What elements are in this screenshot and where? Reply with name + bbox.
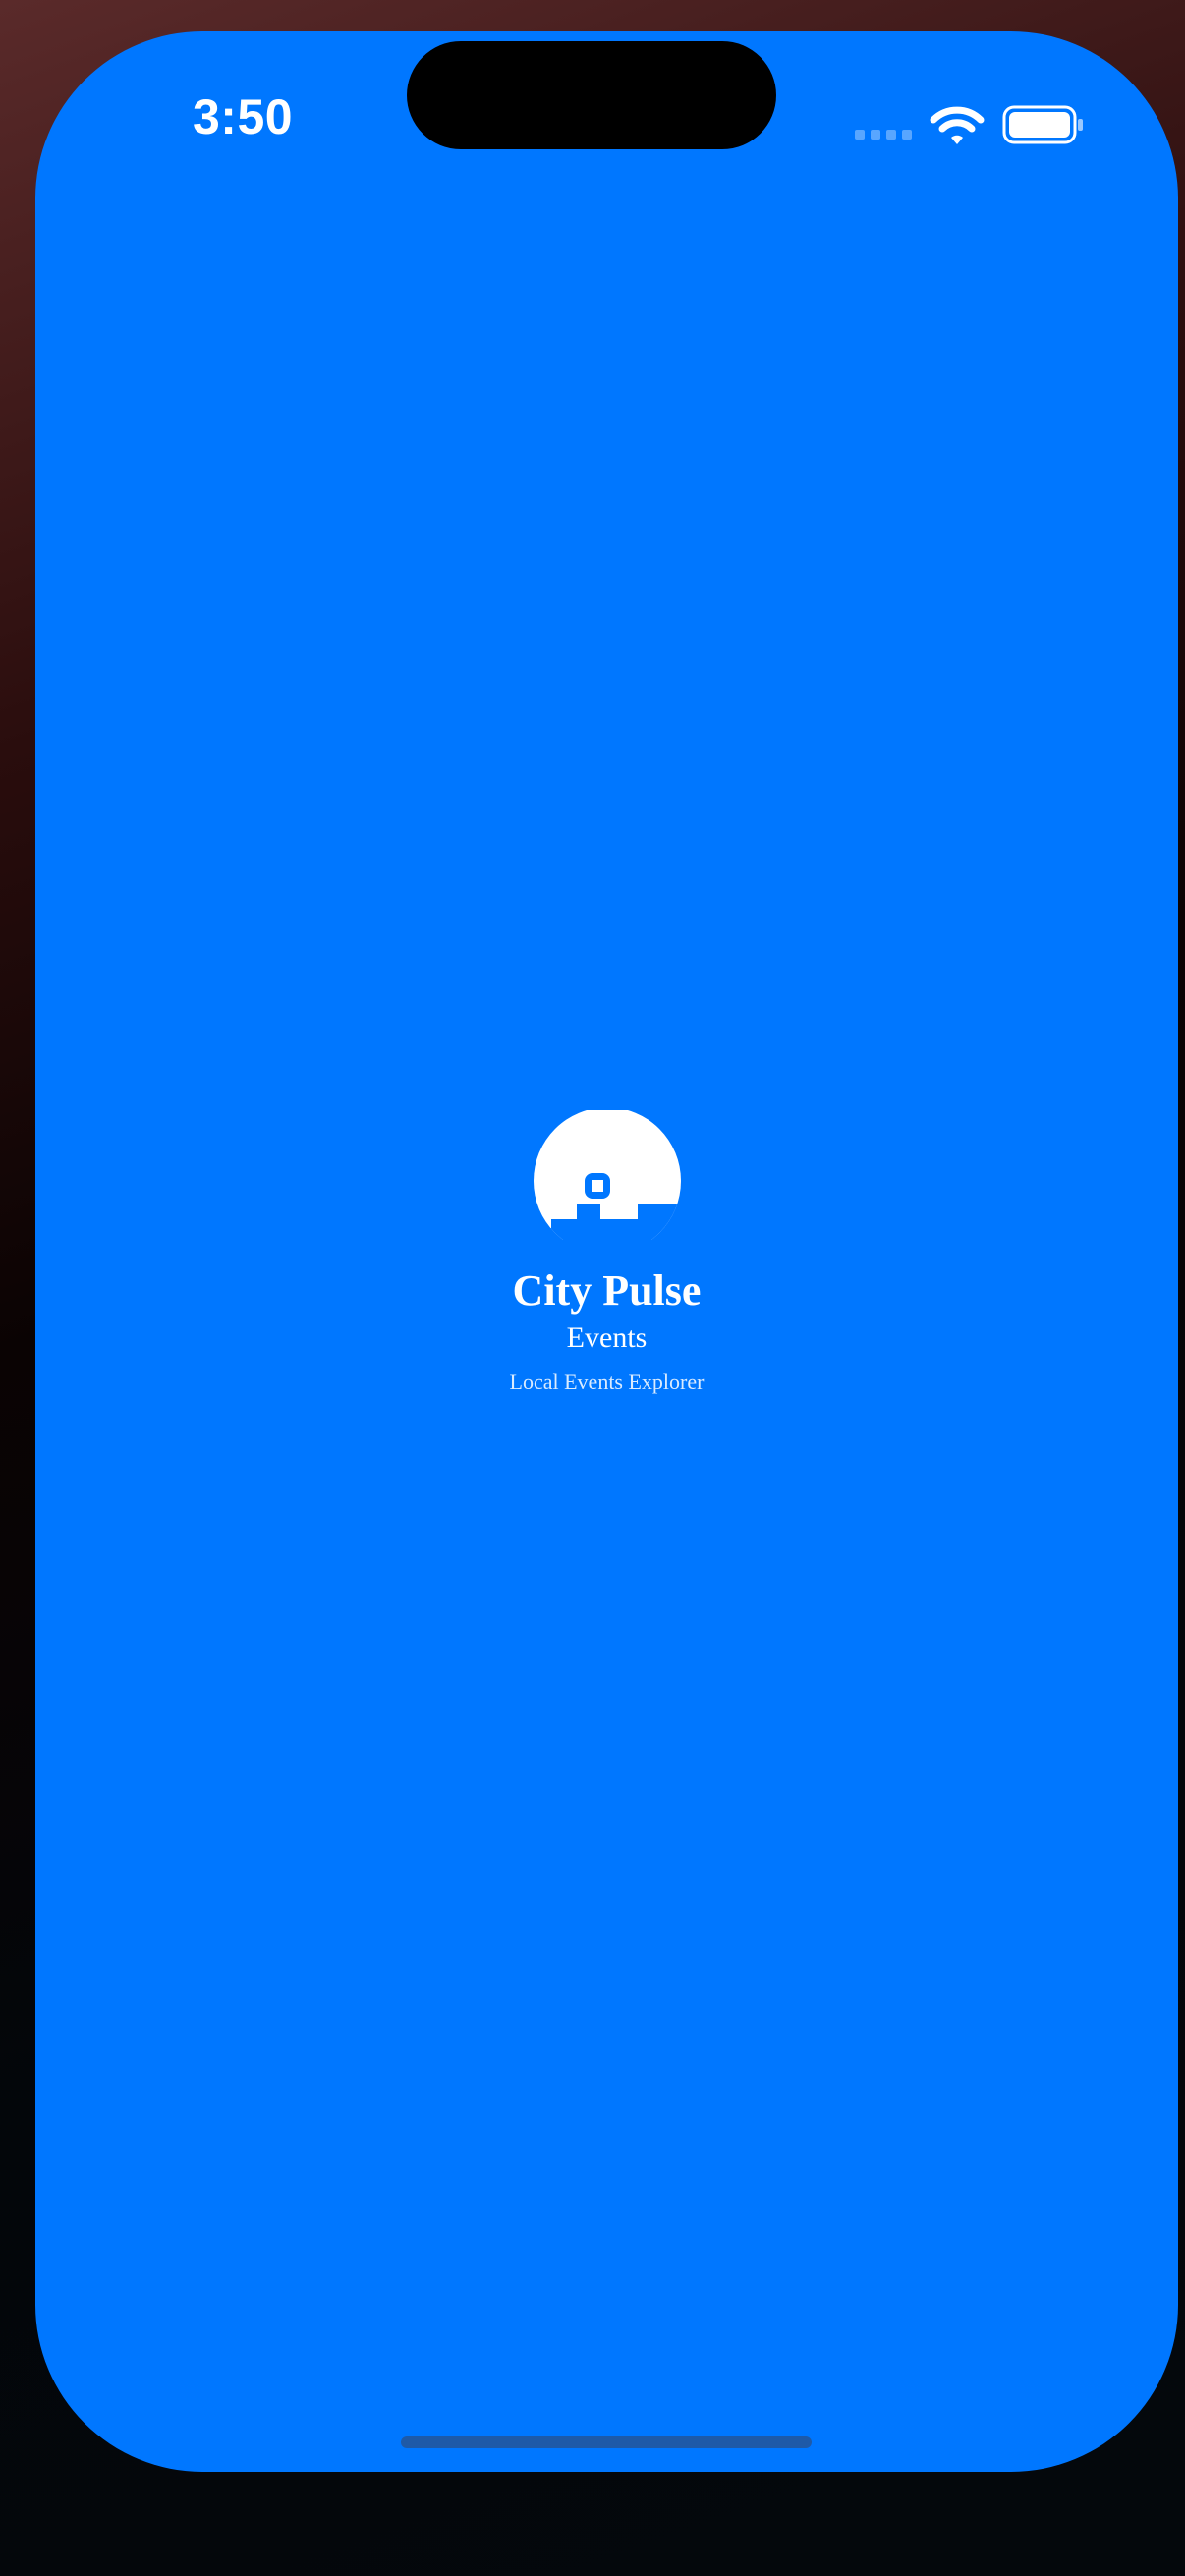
city-sun-logo-icon: [533, 1110, 681, 1240]
splash-content: City Pulse Events Local Events Explorer: [35, 1110, 1178, 1397]
wifi-icon: [930, 106, 985, 144]
status-time: 3:50: [193, 89, 294, 144]
dynamic-island: [407, 41, 776, 149]
app-screen: 3:50 City Pulse Events Local Events Expl…: [35, 31, 1178, 2472]
cellular-signal-icon: [855, 130, 924, 141]
app-tagline: Local Events Explorer: [509, 1370, 705, 1394]
app-subtitle: Events: [566, 1321, 648, 1354]
battery-icon: [1002, 105, 1083, 144]
app-name: City Pulse: [512, 1266, 702, 1315]
home-indicator[interactable]: [401, 2436, 812, 2448]
